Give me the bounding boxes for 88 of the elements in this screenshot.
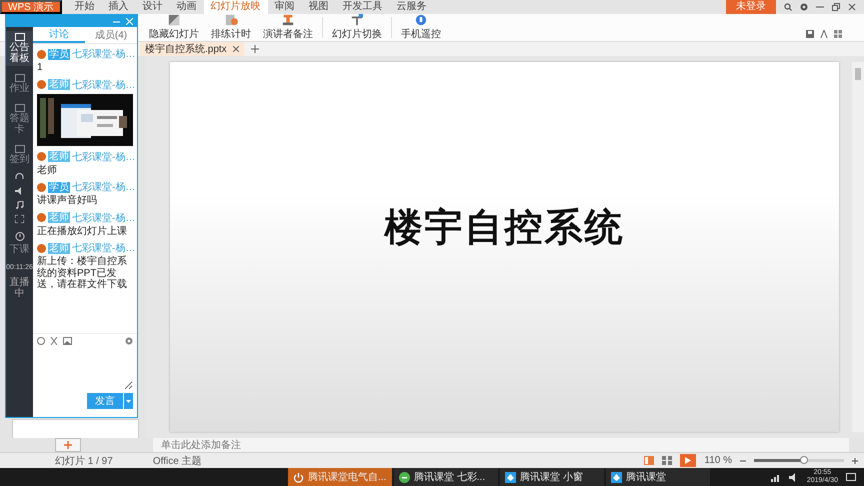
settings-icon[interactable] xyxy=(125,337,133,345)
app-icon xyxy=(399,472,410,482)
settings-icon[interactable] xyxy=(800,3,808,11)
rail-item[interactable]: 签到 xyxy=(6,143,33,167)
send-options-button[interactable] xyxy=(123,393,133,409)
taskbar-window-button[interactable]: 腾讯课堂 七彩... xyxy=(394,468,498,486)
menu-tab[interactable]: 动画 xyxy=(170,0,204,14)
grid-icon[interactable] xyxy=(834,30,842,38)
avatar-icon xyxy=(37,182,46,192)
app-icon xyxy=(505,472,516,482)
role-tag: 老师 xyxy=(48,79,70,90)
message-text: 老师 xyxy=(37,164,58,176)
panel-icon xyxy=(14,33,24,41)
image-icon[interactable] xyxy=(63,337,72,345)
ribbon-button[interactable]: 手机遥控 xyxy=(398,14,444,41)
presenter-icon xyxy=(280,14,296,26)
play-button[interactable] xyxy=(680,454,696,467)
slide-title: 楼宇自控系统 xyxy=(384,206,624,251)
ribbon-button[interactable]: 幻灯片切换 xyxy=(329,14,385,41)
menu-tab[interactable]: 幻灯片放映 xyxy=(204,0,268,14)
message-text: 讲课声音好吗 xyxy=(37,195,98,206)
avatar-icon xyxy=(37,80,46,89)
slide-hide-icon xyxy=(166,14,182,26)
ribbon-button[interactable]: 演讲者备注 xyxy=(260,14,316,41)
network-icon[interactable] xyxy=(770,472,781,482)
avatar-icon xyxy=(37,244,46,252)
save-icon[interactable] xyxy=(806,30,814,38)
power-icon xyxy=(293,472,304,482)
scrollbar[interactable] xyxy=(852,62,864,432)
document-tab[interactable]: 楼宇自控系统.pptx xyxy=(140,42,244,56)
transition-icon xyxy=(349,14,365,26)
role-tag: 老师 xyxy=(48,151,70,162)
rail-item[interactable]: 作业 xyxy=(6,72,33,96)
rail-item[interactable]: 答题卡 xyxy=(6,102,33,137)
zoom-slider[interactable] xyxy=(754,459,844,462)
zoom-out-icon[interactable] xyxy=(740,458,746,464)
message-text: 新上传：楼宇自控系统的资料PPT已发送，请在群文件下载 xyxy=(37,256,128,290)
menu-tab[interactable]: 设计 xyxy=(136,0,170,14)
menu-tab[interactable]: 审阅 xyxy=(268,0,302,14)
chat-tab[interactable]: 成员(4) xyxy=(85,27,137,43)
rail-item[interactable]: 公告看板 xyxy=(6,31,33,66)
role-tag: 老师 xyxy=(48,242,70,254)
normal-view-icon[interactable] xyxy=(644,456,654,465)
fullscreen-icon[interactable] xyxy=(15,215,24,223)
headset-icon[interactable] xyxy=(15,173,24,181)
avatar-icon xyxy=(37,152,46,161)
app-icon xyxy=(611,472,622,482)
live-status: 直播中 xyxy=(10,277,30,299)
ribbon-button[interactable]: 排练计时 xyxy=(208,14,254,41)
menu-tab[interactable]: 云服务 xyxy=(390,0,434,14)
restore-icon[interactable] xyxy=(832,3,840,11)
role-tag: 学员 xyxy=(48,48,70,60)
menu-tab[interactable]: 视图 xyxy=(302,0,336,14)
sorter-view-icon[interactable] xyxy=(662,456,672,465)
notification-icon[interactable] xyxy=(846,472,856,482)
close-icon[interactable] xyxy=(848,3,856,11)
zoom-level: 110 % xyxy=(704,455,732,466)
search-icon[interactable] xyxy=(784,3,792,11)
menu-tab[interactable]: 开发工具 xyxy=(336,0,390,14)
menu-tab[interactable]: 插入 xyxy=(102,0,136,14)
theme-name: Office 主题 xyxy=(152,454,202,468)
ribbon-button[interactable]: 隐藏幻灯片 xyxy=(146,14,202,41)
play-icon xyxy=(685,457,692,464)
message-text: 正在播放幻灯片上课 xyxy=(37,226,128,237)
avatar-icon xyxy=(37,213,46,222)
menu-tab[interactable]: 开始 xyxy=(68,0,102,14)
avatar-icon xyxy=(37,50,46,58)
timer-icon xyxy=(14,231,24,241)
zoom-in-icon[interactable] xyxy=(852,458,858,464)
speaker-icon[interactable] xyxy=(15,187,24,195)
notes-field[interactable]: 单击此处添加备注 xyxy=(153,438,849,452)
music-icon[interactable] xyxy=(15,201,24,209)
role-tag: 老师 xyxy=(48,212,70,223)
caret-icon xyxy=(126,400,131,402)
panel-icon xyxy=(14,104,24,112)
panel-icon xyxy=(14,145,24,153)
slide-thumbnail[interactable] xyxy=(12,419,139,438)
add-slide-icon[interactable] xyxy=(54,438,80,452)
close-icon[interactable] xyxy=(232,46,239,52)
message-text: 1 xyxy=(37,62,44,74)
role-tag: 学员 xyxy=(48,182,70,192)
taskbar-window-button[interactable]: 腾讯课堂 xyxy=(606,468,710,486)
panel-icon xyxy=(14,74,24,82)
slide-counter: 幻灯片 1 / 97 xyxy=(55,454,113,468)
end-class-button[interactable]: 下课 xyxy=(6,229,33,258)
scissors-icon[interactable] xyxy=(50,337,58,345)
taskbar-window-button[interactable]: 腾讯课堂 小窗 xyxy=(500,468,604,486)
timer-icon xyxy=(223,14,239,26)
